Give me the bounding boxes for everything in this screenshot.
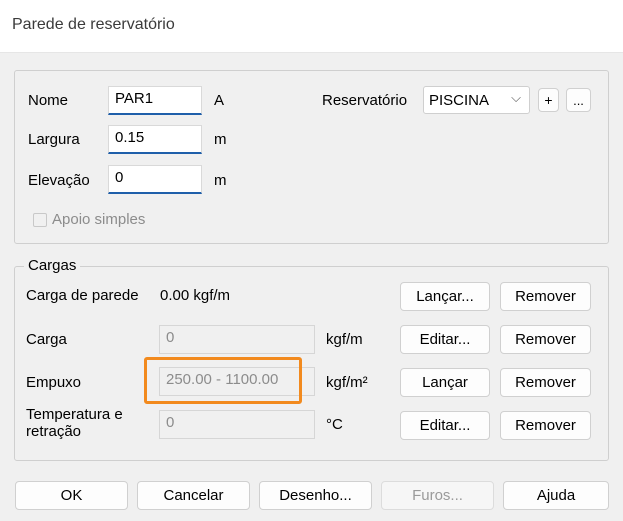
nome-input[interactable]: PAR1	[108, 86, 202, 115]
empuxo-unit: kgf/m²	[326, 374, 368, 391]
largura-label: Largura	[28, 131, 80, 148]
temperatura-label-line1: Temperatura e	[26, 406, 123, 423]
elevacao-input[interactable]: 0	[108, 165, 202, 194]
apoio-simples-checkbox[interactable]	[33, 213, 47, 227]
carga-parede-label: Carga de parede	[26, 287, 139, 304]
nome-label: Nome	[28, 92, 69, 109]
more-reservatorio-button[interactable]: ...	[566, 88, 591, 112]
carga-unit: kgf/m	[326, 331, 363, 348]
reservatorio-label: Reservatório	[322, 92, 408, 109]
nome-suffix: A	[214, 92, 225, 109]
elevacao-label: Elevação	[28, 172, 90, 189]
ajuda-button[interactable]: Ajuda	[503, 481, 609, 510]
temperatura-input[interactable]: 0	[159, 410, 315, 439]
furos-button[interactable]: Furos...	[381, 481, 494, 510]
reservatorio-value: PISCINA	[429, 91, 490, 109]
desenho-button[interactable]: Desenho...	[259, 481, 372, 510]
carga-input[interactable]: 0	[159, 325, 315, 354]
temperatura-label-line2: retração	[26, 423, 82, 440]
empuxo-label: Empuxo	[26, 374, 82, 391]
carga-label: Carga	[26, 331, 67, 348]
carga-parede-value: 0.00 kgf/m	[160, 287, 231, 304]
reservatorio-select[interactable]: PISCINA ⌵	[423, 86, 530, 114]
temperatura-remover-button[interactable]: Remover	[500, 411, 591, 440]
largura-unit: m	[214, 131, 227, 148]
ok-button[interactable]: OK	[15, 481, 128, 510]
chevron-down-icon: ⌵	[511, 90, 521, 105]
carga-parede-lancar-button[interactable]: Lançar...	[400, 282, 490, 311]
empuxo-remover-button[interactable]: Remover	[500, 368, 591, 397]
cargas-legend: Cargas	[24, 257, 81, 274]
carga-parede-remover-button[interactable]: Remover	[500, 282, 591, 311]
temperatura-editar-button[interactable]: Editar...	[400, 411, 490, 440]
apoio-simples-label: Apoio simples	[52, 211, 146, 228]
carga-editar-button[interactable]: Editar...	[400, 325, 490, 354]
empuxo-lancar-button[interactable]: Lançar	[400, 368, 490, 397]
temperatura-label: Temperatura e retração	[26, 406, 123, 440]
add-reservatorio-button[interactable]: +	[538, 88, 559, 112]
temperatura-unit: °C	[326, 416, 343, 433]
largura-input[interactable]: 0.15	[108, 125, 202, 154]
window-title: Parede de reservatório	[12, 16, 175, 33]
elevacao-unit: m	[214, 172, 227, 189]
carga-remover-button[interactable]: Remover	[500, 325, 591, 354]
cancelar-button[interactable]: Cancelar	[137, 481, 250, 510]
empuxo-highlight	[144, 357, 302, 404]
